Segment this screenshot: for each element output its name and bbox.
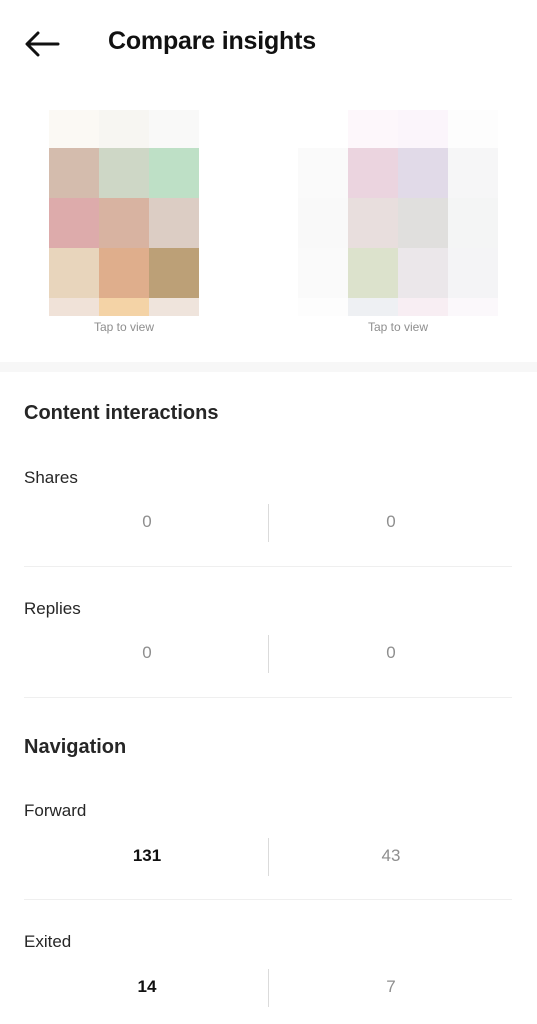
shares-value-left: 0 [142,512,152,531]
thumbnail-pixel [348,198,398,248]
thumbnail-pixel [398,110,448,148]
thumbnail-pixel [298,110,348,148]
thumbnail-pixel [348,298,398,316]
replies-value-left: 0 [142,643,152,662]
exited-value-left: 14 [137,977,157,996]
exited-label: Exited [24,932,72,951]
thumbnail-pixel [49,298,99,316]
shares-row: 0 0 [24,504,512,544]
thumbnail-pixel [149,110,199,148]
thumbnail-pixel [448,198,498,248]
back-button[interactable] [20,24,64,64]
forward-row: 131 43 [24,838,512,878]
thumbnail-pixel [398,198,448,248]
shares-value-right: 0 [386,512,396,531]
thumbnail-pixel [49,248,99,298]
thumbnail-pixel [348,148,398,198]
value-divider [268,838,269,876]
thumbnail-pixel [49,148,99,198]
header: Compare insights [0,0,537,88]
thumbnail-pixel [298,198,348,248]
thumbnail-pixel [49,110,99,148]
shares-label: Shares [24,468,78,487]
arrow-left-icon [25,31,60,57]
tap-to-view-label: Tap to view [93,320,155,334]
value-divider [268,504,269,542]
thumbnail-pixel [298,298,348,316]
replies-value-right: 0 [386,643,396,662]
thumbnail-pixel [398,148,448,198]
thumbnail-pixel [448,298,498,316]
value-divider [268,969,269,1007]
row-divider [24,697,512,698]
forward-label: Forward [24,801,87,820]
thumbnail-pixel [348,248,398,298]
thumbnail-pixel [99,148,149,198]
thumbnail-pixel [99,198,149,248]
thumbnail-pixel [149,148,199,198]
forward-value-left: 131 [132,846,162,865]
story-thumbnail-right[interactable]: Tap to view [298,110,498,334]
exited-row: 14 7 [24,969,512,1009]
thumbnail-pixel [99,248,149,298]
replies-row: 0 0 [24,635,512,675]
forward-value-right: 43 [381,846,401,865]
replies-label: Replies [24,599,81,618]
row-divider [24,899,512,900]
thumbnail-pixel [448,148,498,198]
thumbnail-pixel [149,248,199,298]
thumbnail-pixel [348,110,398,148]
story-thumbnail-left[interactable]: Tap to view [49,110,199,334]
thumbnail-pixel [149,198,199,248]
thumbnail-pixel [99,110,149,148]
value-divider [268,635,269,673]
tap-to-view-label: Tap to view [367,320,429,334]
thumbnail-pixel [448,248,498,298]
navigation-title: Navigation [24,736,127,758]
thumbnail-pixel [398,248,448,298]
exited-value-right: 7 [386,977,396,996]
thumbnail-preview [49,110,199,316]
thumbnail-pixel [398,298,448,316]
thumbnail-preview [298,110,498,316]
page-title: Compare insights [108,27,316,55]
thumbnail-pixel [49,198,99,248]
content-interactions-title: Content interactions [24,402,219,424]
thumbnail-pixel [448,110,498,148]
thumbnail-pixel [298,248,348,298]
thumbnail-pixel [99,298,149,316]
row-divider [24,566,512,567]
section-divider [0,362,537,372]
compare-insights-screen: Compare insights Tap to view Tap to view… [0,0,537,1024]
thumbnail-pixel [149,298,199,316]
thumbnail-pixel [298,148,348,198]
